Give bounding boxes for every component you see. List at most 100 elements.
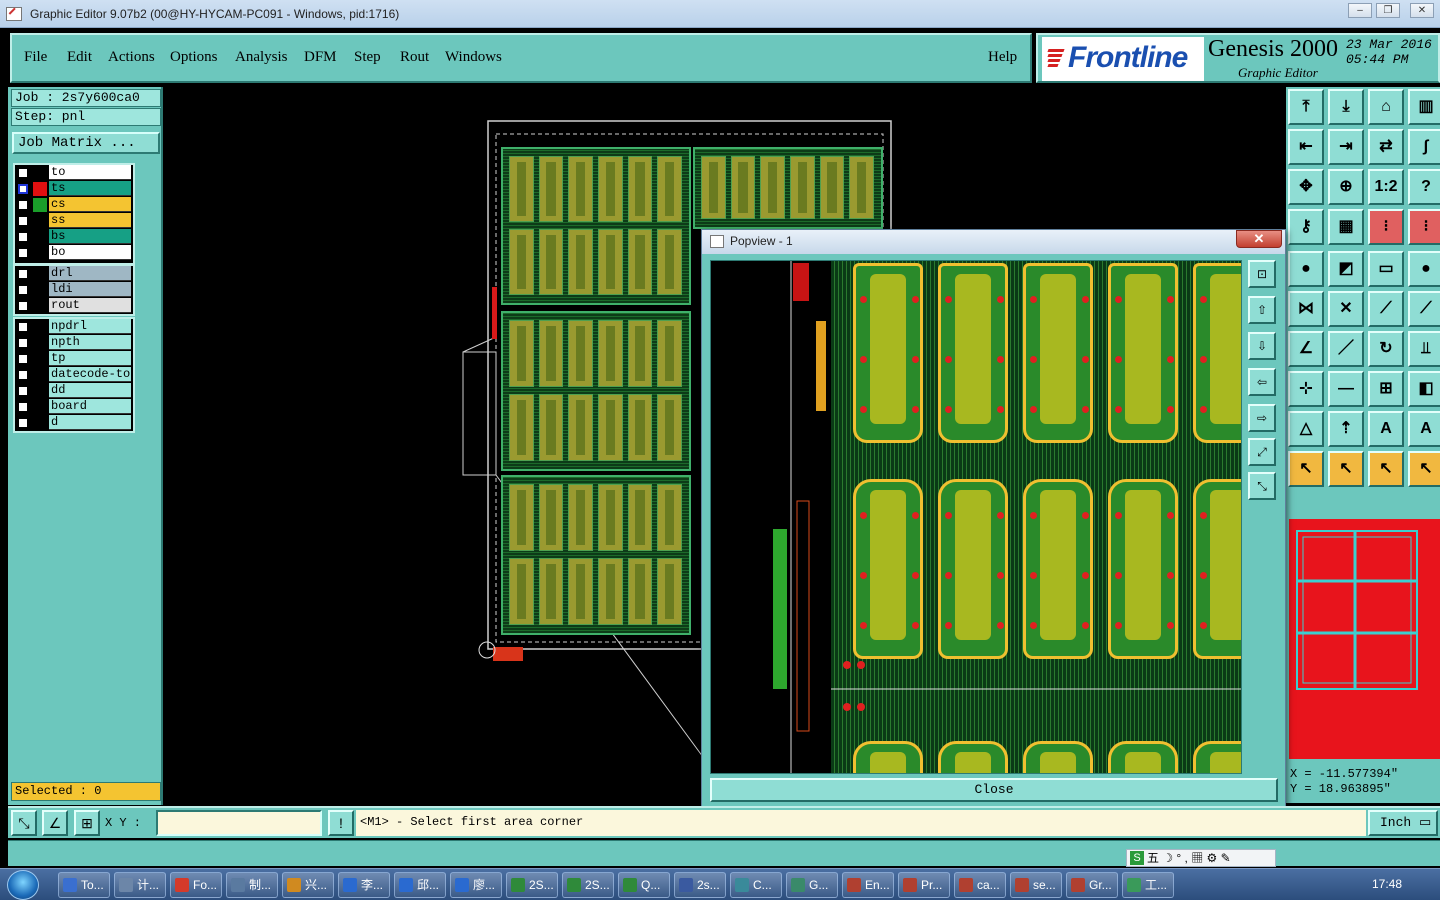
arc-icon[interactable]: ↻ — [1368, 331, 1404, 367]
layer-name[interactable]: bo — [49, 245, 131, 260]
layer-color-swatch[interactable] — [33, 384, 47, 398]
scale-1to2-icon[interactable]: 1:2 — [1368, 169, 1404, 205]
grid-icon[interactable]: ▦ — [1328, 209, 1364, 245]
layer-color-swatch[interactable] — [33, 182, 47, 196]
layer-row-ss[interactable]: ss — [15, 213, 133, 229]
menu-file[interactable]: File — [24, 49, 47, 66]
flip-icon[interactable]: ⇄ — [1368, 129, 1404, 165]
maximize-button[interactable]: ❐ — [1376, 3, 1400, 18]
layer-checkbox[interactable] — [18, 216, 28, 226]
layer-color-swatch[interactable] — [33, 336, 47, 350]
layer-row-board[interactable]: board — [15, 399, 133, 415]
layer-checkbox[interactable] — [18, 285, 28, 295]
fill-icon[interactable]: ◩ — [1328, 251, 1364, 287]
taskbar-item[interactable]: se... — [1010, 872, 1062, 898]
connect-icon[interactable]: ⋈ — [1288, 291, 1324, 327]
cross-icon[interactable]: ✕ — [1328, 291, 1364, 327]
layer-color-swatch[interactable] — [33, 320, 47, 334]
slash-icon[interactable]: ／ — [1328, 331, 1364, 367]
layer-checkbox[interactable] — [18, 269, 28, 279]
layer-color-swatch[interactable] — [33, 214, 47, 228]
layer-checkbox[interactable] — [18, 354, 28, 364]
layer-name[interactable]: d — [49, 415, 131, 430]
taskbar-item[interactable]: 2s... — [674, 872, 726, 898]
taskbar-item[interactable]: 2S... — [506, 872, 558, 898]
layer-checkbox[interactable] — [18, 418, 28, 428]
panel-icon[interactable]: ▥ — [1408, 89, 1440, 125]
taskbar-item[interactable]: En... — [842, 872, 894, 898]
layer-color-swatch[interactable] — [33, 198, 47, 212]
layer-color-swatch[interactable] — [33, 283, 47, 297]
home-icon[interactable]: ⌂ — [1368, 89, 1404, 125]
layer-name[interactable]: drl — [49, 266, 131, 281]
start-button[interactable] — [7, 870, 39, 900]
letter-a2-icon[interactable]: A — [1408, 411, 1440, 447]
layer-row-npdrl[interactable]: npdrl — [15, 319, 133, 335]
layer-checkbox[interactable] — [18, 248, 28, 258]
dash-icon[interactable]: — — [1328, 371, 1364, 407]
angle-icon[interactable]: ∠ — [1288, 331, 1324, 367]
ime-toolbar[interactable]: S五 ☽ ° , ▦ ⚙ ✎ — [1126, 849, 1276, 867]
popview-close-x-button[interactable]: ✕ — [1236, 230, 1282, 248]
taskbar-item[interactable]: G... — [786, 872, 838, 898]
node-add-icon[interactable]: ⊹ — [1288, 371, 1324, 407]
ime-tools[interactable]: 五 ☽ ° , ▦ ⚙ ✎ — [1147, 851, 1231, 865]
s-shape-icon[interactable]: ∫ — [1408, 129, 1440, 165]
taskbar-item[interactable]: 制... — [226, 872, 278, 898]
xy-input[interactable] — [156, 810, 322, 836]
layer-name[interactable]: board — [49, 399, 131, 414]
help-icon[interactable]: ? — [1408, 169, 1440, 205]
menu-rout[interactable]: Rout — [400, 49, 429, 66]
layer-row-dd[interactable]: dd — [15, 383, 133, 399]
exclaim-button[interactable]: ! — [328, 810, 354, 836]
layer-color-swatch[interactable] — [33, 246, 47, 260]
layer-name[interactable]: dd — [49, 383, 131, 398]
taskbar-item[interactable]: 李... — [338, 872, 390, 898]
menu-step[interactable]: Step — [354, 49, 381, 66]
menu-help[interactable]: Help — [988, 49, 1017, 66]
layer-name[interactable]: tp — [49, 351, 131, 366]
triangle-icon[interactable]: △ — [1288, 411, 1324, 447]
overlap-icon[interactable]: ◧ — [1408, 371, 1440, 407]
taskbar-item[interactable]: 廖... — [450, 872, 502, 898]
layer-checkbox[interactable] — [18, 232, 28, 242]
taskbar-item[interactable]: ca... — [954, 872, 1006, 898]
layer-name[interactable]: bs — [49, 229, 131, 244]
layer-row-npth[interactable]: npth — [15, 335, 133, 351]
layer-checkbox[interactable] — [18, 184, 28, 194]
move-right-icon[interactable]: ⇥ — [1328, 129, 1364, 165]
layer-checkbox[interactable] — [18, 402, 28, 412]
zoom-box-icon[interactable]: ⊡ — [1248, 260, 1276, 288]
pad-icon[interactable]: ● — [1288, 251, 1324, 287]
layer-color-swatch[interactable] — [33, 230, 47, 244]
layer-color-swatch[interactable] — [33, 267, 47, 281]
taskbar-item[interactable]: Q... — [618, 872, 670, 898]
popview-canvas[interactable] — [710, 260, 1242, 774]
popview-close-button[interactable]: Close — [710, 778, 1278, 802]
unit-select[interactable]: Inch ▭ — [1368, 810, 1438, 836]
menu-windows[interactable]: Windows — [445, 49, 502, 66]
layer-row-datecode-to[interactable]: datecode-to — [15, 367, 133, 383]
grid-toggle-icon[interactable]: ⊞ — [74, 810, 100, 836]
taskbar-item[interactable]: 兴... — [282, 872, 334, 898]
arrow-up-icon[interactable]: ⇡ — [1328, 411, 1364, 447]
layer-row-rout[interactable]: rout — [15, 298, 133, 314]
layer-name[interactable]: npdrl — [49, 319, 131, 334]
layer-row-to[interactable]: to — [15, 165, 133, 181]
taskbar-item[interactable]: 2S... — [562, 872, 614, 898]
overview-map[interactable] — [1289, 519, 1440, 759]
upload-icon[interactable]: ⤒ — [1288, 89, 1324, 125]
layer-name[interactable]: ts — [49, 181, 131, 196]
menu-actions[interactable]: Actions — [108, 49, 155, 66]
fit-icon[interactable]: ✥ — [1288, 169, 1324, 205]
dot-icon[interactable]: ● — [1408, 251, 1440, 287]
layer-name[interactable]: ss — [49, 213, 131, 228]
layer-name[interactable]: npth — [49, 335, 131, 350]
brace-icon[interactable]: ⫫ — [1408, 331, 1440, 367]
layer-name[interactable]: cs — [49, 197, 131, 212]
layer-checkbox[interactable] — [18, 386, 28, 396]
move-left-icon[interactable]: ⇤ — [1288, 129, 1324, 165]
line-end-icon[interactable]: ⟋ — [1408, 291, 1440, 327]
layer-name[interactable]: datecode-to — [49, 367, 131, 382]
menu-edit[interactable]: Edit — [67, 49, 92, 66]
